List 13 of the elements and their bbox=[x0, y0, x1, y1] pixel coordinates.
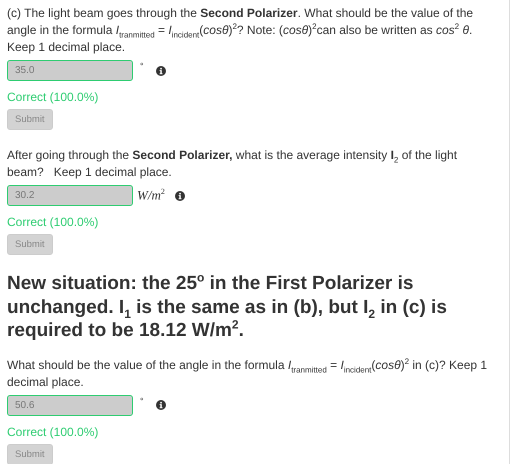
feedback-text: Correct (100.0%) bbox=[7, 90, 100, 104]
question-text: What should be the value of the angle in the formula I$_{tranmitted}$ = I$_{incident}$(cosθ)$^{2}$ in (c)? Keep 1 decimal place. bbox=[7, 356, 488, 390]
unit-label: W/m$^{2}$ bbox=[137, 187, 165, 204]
section-heading: New situation: the 25$^{o}$ in the First Polarizer is unchanged. I$_{1}$ is the same as in (b), but I$_{2}$ in (c) is required to be 18.12 W/m$^{2}$. bbox=[7, 272, 448, 342]
info-icon[interactable] bbox=[174, 190, 185, 200]
feedback-text: Correct (100.0%) bbox=[7, 424, 100, 438]
feedback-text: Correct (100.0%) bbox=[7, 215, 100, 229]
question-text: (c) The light beam goes through the Second Polarizer. What should be the value of the angle in the formula I$_{tranmitted}$ = I$_{incident}$(cosθ)$^{2}$? Note: (cosθ)$^{2}$can also be written as cos$^{2}$ θ. Keep 1 decimal place. bbox=[7, 5, 474, 56]
question-text: After going through the Second Polarizer, what is the average intensity I$_{2}$ of the light beam? Keep 1 decimal place. bbox=[7, 147, 458, 181]
info-icon[interactable] bbox=[156, 66, 166, 76]
unit-label: ° bbox=[140, 396, 144, 406]
unit-label: ° bbox=[140, 61, 144, 71]
info-icon[interactable] bbox=[156, 400, 166, 410]
